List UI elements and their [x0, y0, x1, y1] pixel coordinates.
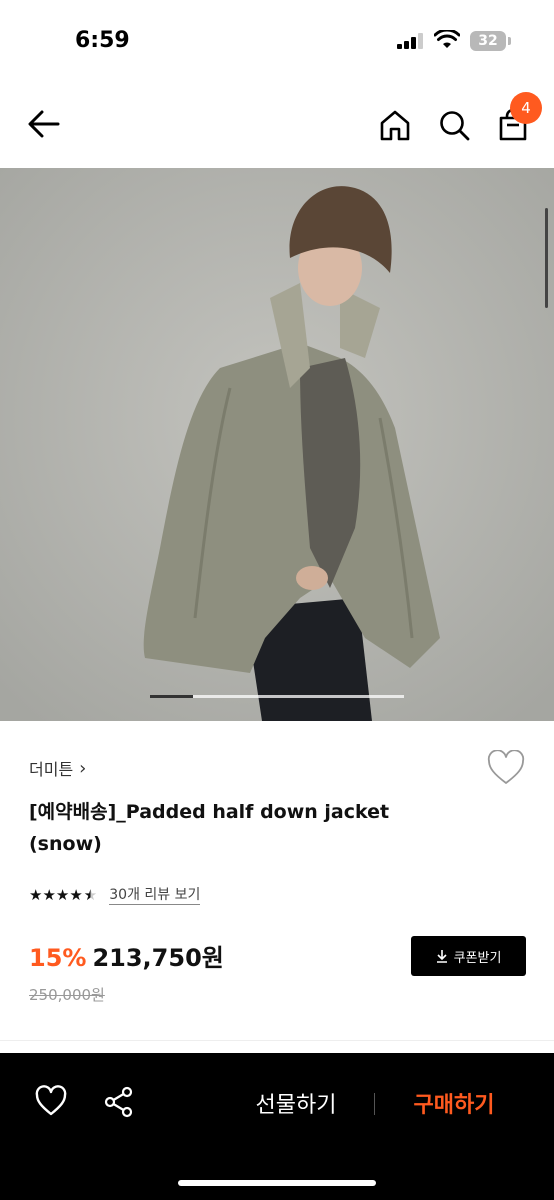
original-price: 250,000원	[29, 986, 105, 1004]
status-bar: 6:59 32	[0, 0, 554, 80]
battery-level: 32	[478, 33, 498, 49]
product-image[interactable]	[0, 168, 554, 721]
image-carousel-progress	[150, 695, 193, 698]
rating-row: ★★★★ ★ 30개 리뷰 보기	[29, 884, 201, 906]
star-half-icon: ★	[83, 886, 98, 904]
signal-icon	[397, 33, 423, 49]
heart-icon[interactable]	[34, 1085, 68, 1117]
separator	[374, 1093, 375, 1115]
brand-link[interactable]: 더미튼 ›	[29, 756, 86, 780]
battery-tip	[508, 37, 511, 45]
chevron-right-icon: ›	[79, 757, 87, 779]
home-indicator	[178, 1180, 376, 1186]
download-icon	[436, 950, 447, 963]
battery-icon: 32	[470, 31, 506, 51]
price-row: 15% 213,750원	[29, 938, 224, 974]
heart-icon[interactable]	[486, 750, 526, 786]
star-rating: ★★★★ ★	[29, 886, 97, 904]
stars-full: ★★★★	[29, 886, 83, 904]
buy-button[interactable]: 구매하기	[384, 1087, 524, 1119]
sale-price: 213,750원	[92, 944, 224, 972]
review-link[interactable]: 30개 리뷰 보기	[109, 886, 201, 905]
wifi-icon	[434, 30, 460, 48]
product-photo	[0, 168, 554, 721]
home-icon[interactable]	[378, 108, 412, 142]
top-nav	[0, 80, 554, 168]
status-time: 6:59	[75, 28, 130, 53]
bottom-action-bar: 선물하기 구매하기	[0, 1053, 554, 1200]
gift-button[interactable]: 선물하기	[226, 1087, 366, 1119]
arrow-left-icon[interactable]	[24, 106, 64, 142]
coupon-label: 쿠폰받기	[453, 950, 502, 966]
brand-name: 더미튼	[29, 760, 74, 779]
share-icon[interactable]	[102, 1085, 136, 1119]
coupon-button[interactable]: 쿠폰받기	[411, 936, 526, 976]
divider	[0, 1040, 554, 1041]
cart-count-badge: 4	[510, 92, 542, 124]
product-title: [예약배송]_Padded half down jacket (snow)	[29, 801, 390, 855]
scrollbar[interactable]	[545, 208, 548, 308]
discount-rate: 15%	[29, 944, 87, 972]
search-icon[interactable]	[437, 108, 471, 142]
